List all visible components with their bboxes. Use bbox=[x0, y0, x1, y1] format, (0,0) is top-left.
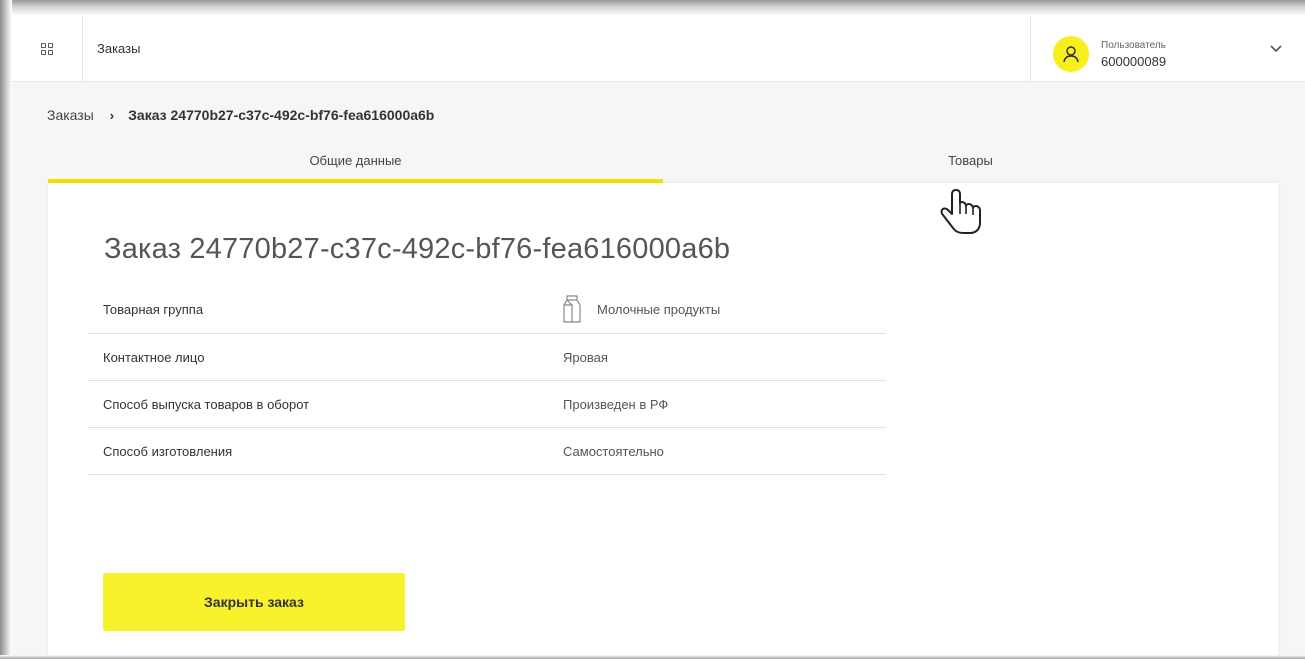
info-value: Молочные продукты bbox=[563, 285, 720, 333]
info-label: Способ выпуска товаров в оборот bbox=[103, 396, 310, 412]
info-row-contact-person: Контактное лицо Яровая bbox=[88, 334, 886, 381]
breadcrumb-orders-link[interactable]: Заказы bbox=[47, 107, 94, 123]
chevron-down-icon[interactable] bbox=[1269, 44, 1283, 54]
info-value: Произведен в РФ bbox=[563, 396, 669, 412]
user-icon bbox=[1063, 46, 1079, 63]
apps-menu-button[interactable] bbox=[12, 16, 83, 81]
app-window: Заказы Пользователь 600000089 Заказы › З bbox=[12, 16, 1305, 656]
info-label: Способ изготовления bbox=[103, 443, 233, 459]
info-row-release-method: Способ выпуска товаров в оборот Произвед… bbox=[88, 381, 886, 428]
breadcrumb-separator: › bbox=[109, 107, 115, 123]
order-card: Заказ 24770b27-c37c-492c-bf76-fea616000a… bbox=[48, 183, 1278, 656]
info-row-product-group: Товарная группа Молочные продукты bbox=[88, 285, 886, 334]
user-avatar bbox=[1053, 36, 1089, 72]
info-value-text: Молочные продукты bbox=[597, 301, 721, 317]
window-shadow-left bbox=[0, 0, 12, 659]
window-shadow-bottom bbox=[0, 655, 1305, 659]
tab-goods[interactable]: Товары bbox=[663, 149, 1278, 183]
info-value: Самостоятельно bbox=[563, 443, 664, 459]
top-header: Заказы Пользователь 600000089 bbox=[12, 16, 1305, 82]
info-label: Контактное лицо bbox=[103, 349, 205, 365]
info-value: Яровая bbox=[563, 349, 608, 365]
user-menu[interactable]: Пользователь 600000089 bbox=[1030, 16, 1305, 81]
user-id: 600000089 bbox=[1101, 54, 1167, 69]
order-title: Заказ 24770b27-c37c-492c-bf76-fea616000a… bbox=[104, 233, 731, 265]
breadcrumb-current: Заказ 24770b27-c37c-492c-bf76-fea616000a… bbox=[128, 107, 435, 123]
header-title: Заказы bbox=[97, 41, 141, 56]
window-shadow-top bbox=[0, 0, 1305, 16]
breadcrumb: Заказы › Заказ 24770b27-c37c-492c-bf76-f… bbox=[47, 107, 434, 123]
info-row-production-method: Способ изготовления Самостоятельно bbox=[88, 428, 886, 475]
order-info-table: Товарная группа Молочные продукты Контак… bbox=[88, 285, 886, 475]
info-label: Товарная группа bbox=[103, 301, 204, 317]
user-role: Пользователь bbox=[1101, 40, 1166, 51]
apps-grid-icon bbox=[41, 42, 53, 55]
tab-bar: Общие данные Товары bbox=[48, 149, 1278, 183]
tab-general-data[interactable]: Общие данные bbox=[48, 149, 663, 183]
milk-carton-icon bbox=[563, 295, 581, 323]
close-order-button[interactable]: Закрыть заказ bbox=[103, 573, 405, 631]
screenshot-frame: Заказы Пользователь 600000089 Заказы › З bbox=[0, 0, 1305, 659]
